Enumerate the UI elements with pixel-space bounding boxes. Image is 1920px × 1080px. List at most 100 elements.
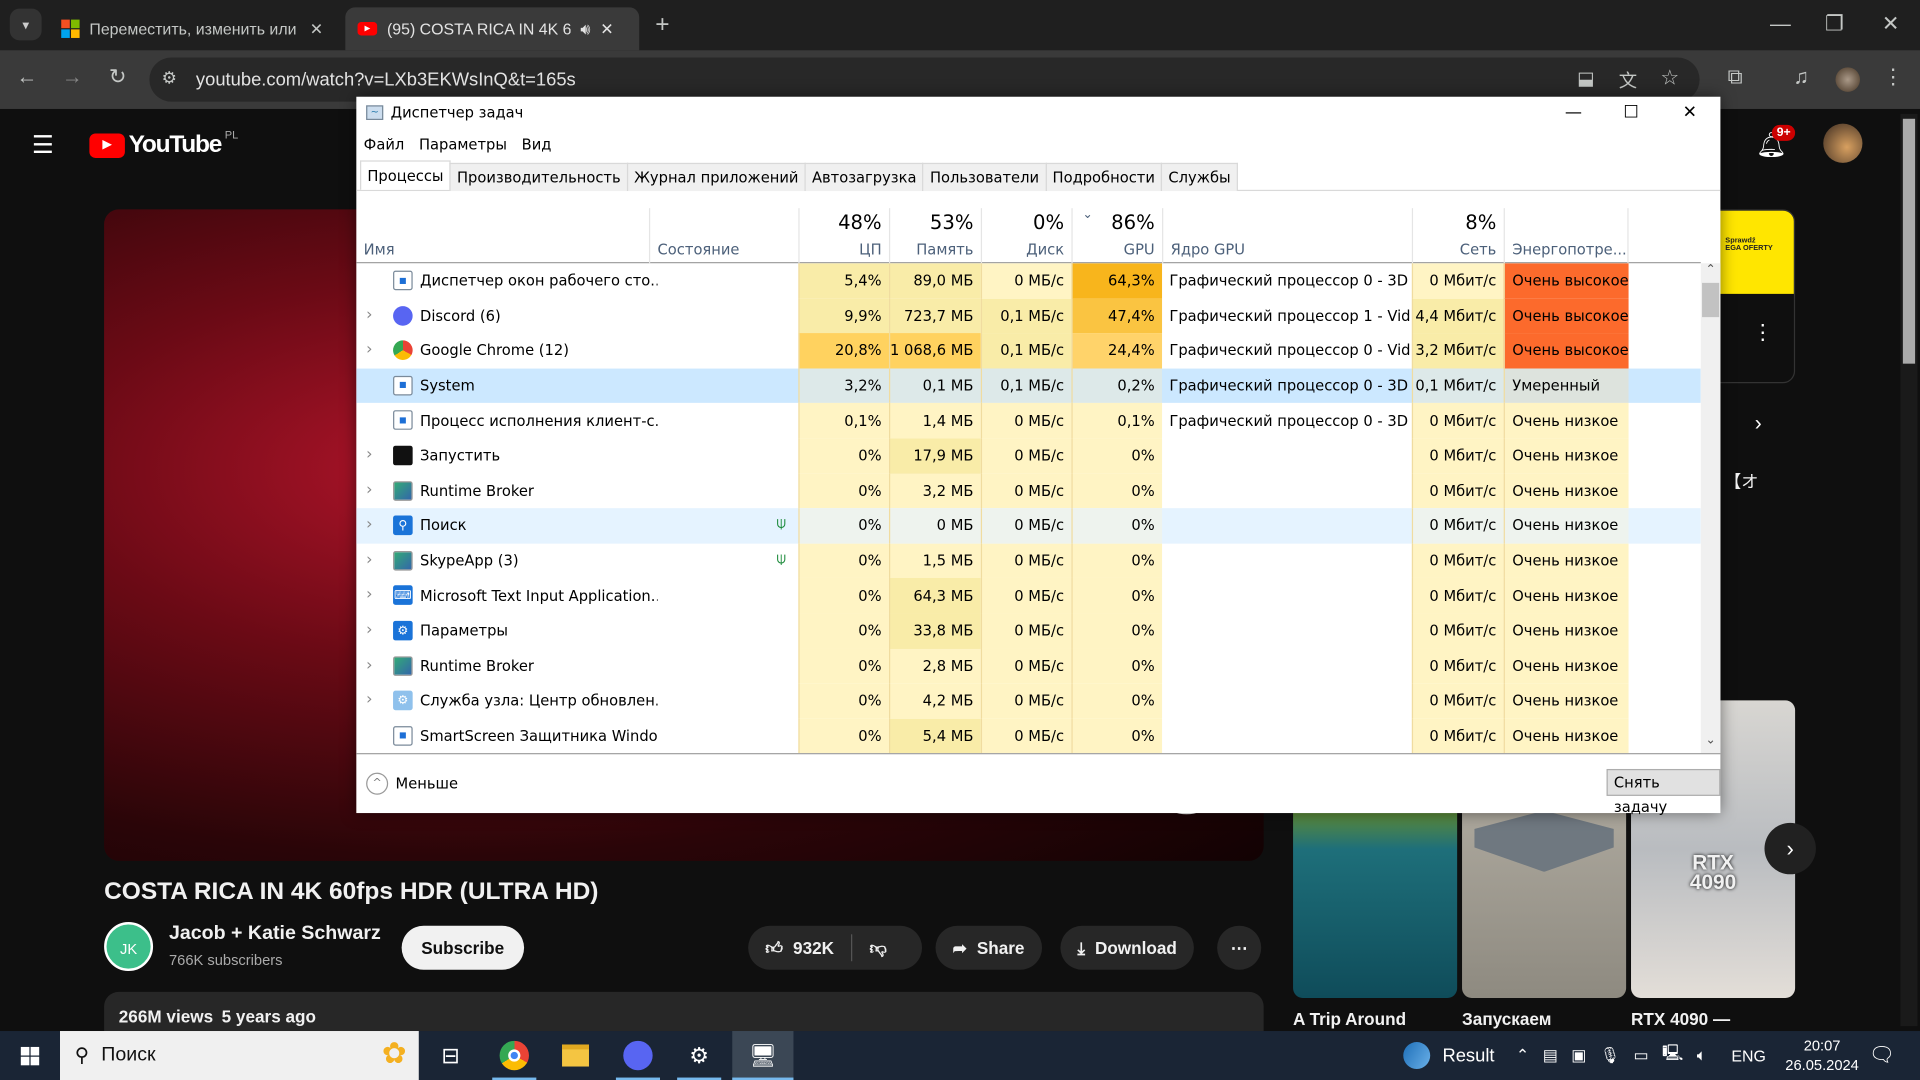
fewer-details-button[interactable]: ^ Меньше (366, 772, 458, 795)
process-row[interactable]: ▪ SmartScreen Защитника Windo... 0% 5,4 МБ 0… (356, 718, 1700, 754)
tab-startup[interactable]: Автозагрузка (804, 162, 924, 192)
start-button[interactable] (0, 1031, 59, 1080)
tab-performance[interactable]: Производительность (449, 162, 628, 192)
like-button[interactable]: 👍︎ 932K (765, 937, 834, 958)
end-task-button[interactable]: Снять задачу (1606, 768, 1721, 816)
language-indicator[interactable]: ENG (1731, 1031, 1765, 1080)
taskbar-task-manager[interactable]: 🖥︎ (732, 1031, 794, 1080)
menu-kebab-icon[interactable]: ⋮ (1881, 65, 1905, 89)
expand-chevron-icon[interactable]: › (366, 551, 372, 569)
process-row[interactable]: ▪ Диспетчер окон рабочего сто... 5,4% 89,0 … (356, 263, 1700, 299)
translate-icon[interactable]: 文 (1619, 67, 1637, 93)
browser-tab-youtube[interactable]: ▶ (95) COSTA RICA IN 4K 60fp 🔊︎ ✕ (345, 7, 640, 51)
new-tab-button[interactable]: + (650, 11, 674, 39)
minimize-button[interactable]: — (1545, 97, 1601, 129)
column-status[interactable]: Состояние (648, 208, 798, 264)
menu-file[interactable]: Файл (364, 136, 405, 153)
process-row[interactable]: › ⚙ Параметры 0% 33,8 МБ 0 МБ/с 0% 0 Мбит/с Очен… (356, 613, 1700, 649)
column-network[interactable]: 8% Сеть (1411, 208, 1504, 264)
subscribe-button[interactable]: Subscribe (401, 925, 524, 970)
expand-chevron-icon[interactable]: › (366, 341, 372, 359)
browser-tab-microsoft[interactable]: Переместить, изменить или уд ✕ (49, 7, 338, 50)
expand-chevron-icon[interactable]: › (366, 621, 372, 639)
next-shorts-button[interactable]: › (1764, 822, 1816, 875)
network-icon[interactable]: 🖳 (1662, 1042, 1683, 1069)
column-gpu[interactable]: ⌄ 86% GPU (1071, 208, 1162, 264)
process-row[interactable]: › Google Chrome (12) 20,8% 1 068,6 МБ 0,1 МБ… (356, 333, 1700, 369)
menu-view[interactable]: Вид (522, 136, 552, 153)
process-row[interactable]: › ⚙ Служба узла: Центр обновлен... 0% 4,2 МБ… (356, 683, 1700, 719)
expand-chevron-icon[interactable]: › (366, 656, 372, 674)
extensions-icon[interactable]: ⧉ (1723, 65, 1747, 89)
youtube-logo[interactable]: ▶ YouTube PL (89, 128, 238, 159)
column-gpu-engine[interactable]: Ядро GPU (1162, 208, 1412, 264)
restore-window-button[interactable]: ❐ (1822, 12, 1846, 36)
expand-chevron-icon[interactable]: › (366, 446, 372, 464)
scroll-thumb[interactable] (1702, 282, 1720, 318)
expand-chevron-icon[interactable]: › (366, 586, 372, 604)
weather-widget[interactable]: Result (1403, 1031, 1495, 1080)
process-row[interactable]: › SkypeApp (3) ⍦ 0% 1,5 МБ 0 МБ/с 0% 0 Мбит/с Оч… (356, 543, 1700, 579)
process-row[interactable]: ▪ Процесс исполнения клиент-с... 0,1% 1,4 М… (356, 403, 1700, 439)
channel-avatar[interactable]: JK (104, 922, 154, 972)
action-center-icon[interactable]: 🗨︎ (1869, 1031, 1895, 1080)
storage-icon[interactable]: ▤ (1543, 1046, 1558, 1066)
process-row[interactable]: › ⌨ Microsoft Text Input Application... 0% 6… (356, 578, 1700, 614)
download-button[interactable]: ⤓ Download (1060, 925, 1194, 970)
camera-icon[interactable]: ▣ (1571, 1046, 1586, 1066)
profile-avatar[interactable] (1835, 67, 1861, 92)
battery-icon[interactable]: ▭ (1633, 1046, 1648, 1066)
tab-services[interactable]: Службы (1161, 162, 1238, 192)
menu-options[interactable]: Параметры (419, 136, 507, 153)
scrollbar[interactable] (1900, 113, 1918, 1027)
column-name[interactable]: Имя (356, 208, 649, 263)
bookmark-star-icon[interactable]: ☆ (1660, 66, 1679, 90)
process-row[interactable]: › ⚲ Поиск ⍦ 0% 0 МБ 0 МБ/с 0% 0 Мбит/с Очень низк… (356, 508, 1701, 544)
microphone-icon[interactable]: 🎙︎ (1600, 1046, 1620, 1066)
hamburger-menu-icon[interactable]: ☰ (32, 130, 54, 161)
tab-app-history[interactable]: Журнал приложений (626, 162, 806, 192)
expand-chevron-icon[interactable]: › (366, 516, 372, 534)
forward-button[interactable]: → (60, 65, 84, 89)
column-disk[interactable]: 0% Диск (980, 208, 1072, 264)
column-cpu[interactable]: 48% ЦП (798, 208, 889, 264)
clock[interactable]: 20:07 26.05.2024 (1785, 1031, 1859, 1080)
account-avatar[interactable] (1823, 123, 1863, 163)
short-title[interactable]: A Trip Around (1293, 1009, 1406, 1029)
taskbar-settings[interactable]: ⚙ (670, 1031, 729, 1080)
volume-icon[interactable]: 🔈︎ (1697, 1046, 1707, 1066)
install-app-icon[interactable]: ⬓ (1577, 67, 1594, 90)
address-bar[interactable]: ⚙ youtube.com/watch?v=LXb3EKWsInQ&t=165s… (149, 57, 1700, 102)
more-options-icon[interactable]: ⋮ (1752, 321, 1773, 345)
maximize-button[interactable]: ☐ (1603, 97, 1659, 129)
column-memory[interactable]: 53% Память (888, 208, 981, 264)
scroll-up-arrow[interactable]: ⌃ (1701, 263, 1721, 283)
short-title[interactable]: RTX 4090 — (1631, 1009, 1730, 1029)
expand-chevron-icon[interactable]: › (366, 481, 372, 499)
vertical-scrollbar[interactable]: ⌃ ⌄ (1700, 263, 1721, 754)
more-actions-button[interactable]: ⋯ (1217, 925, 1262, 970)
expand-chevron-icon[interactable]: › (366, 691, 372, 709)
audio-playing-icon[interactable]: 🔊︎ (580, 19, 590, 39)
tab-users[interactable]: Пользователи (922, 162, 1047, 192)
close-tab-icon[interactable]: ✕ (310, 19, 323, 39)
taskbar-search-box[interactable]: ⚲ Поиск ✿ (60, 1031, 419, 1080)
chevron-right-icon[interactable]: › (1755, 411, 1762, 435)
column-power[interactable]: Энергопотре... (1503, 208, 1629, 264)
scroll-down-arrow[interactable]: ⌄ (1701, 733, 1721, 753)
process-row[interactable]: › Запустить 0% 17,9 МБ 0 МБ/с 0% 0 Мбит/с Очень… (356, 438, 1700, 474)
taskbar-file-explorer[interactable] (546, 1031, 605, 1080)
process-row[interactable]: ▪ System 3,2% 0,1 МБ 0,1 МБ/с 0,2% Графический… (356, 368, 1701, 404)
media-controls-icon[interactable]: ♫ (1789, 65, 1813, 89)
show-hidden-icons-chevron[interactable]: ⌃ (1516, 1046, 1529, 1066)
tab-processes[interactable]: Процессы (360, 160, 451, 190)
process-row[interactable]: › Discord (6) 9,9% 723,7 МБ 0,1 МБ/с 47,4% Гра… (356, 298, 1700, 334)
task-view-button[interactable]: ⊟ (421, 1031, 480, 1080)
process-row[interactable]: › Runtime Broker 0% 2,8 МБ 0 МБ/с 0% 0 Мбит/с О… (356, 648, 1700, 684)
close-button[interactable]: ✕ (1662, 97, 1718, 129)
tab-search-button[interactable]: ▾ (9, 8, 42, 41)
process-row[interactable]: › Runtime Broker 0% 3,2 МБ 0 МБ/с 0% 0 Мбит/с О… (356, 473, 1700, 509)
share-button[interactable]: ➦ Share (935, 925, 1042, 970)
dislike-button[interactable]: 👎︎ (870, 937, 887, 958)
minimize-window-button[interactable]: — (1768, 12, 1792, 36)
